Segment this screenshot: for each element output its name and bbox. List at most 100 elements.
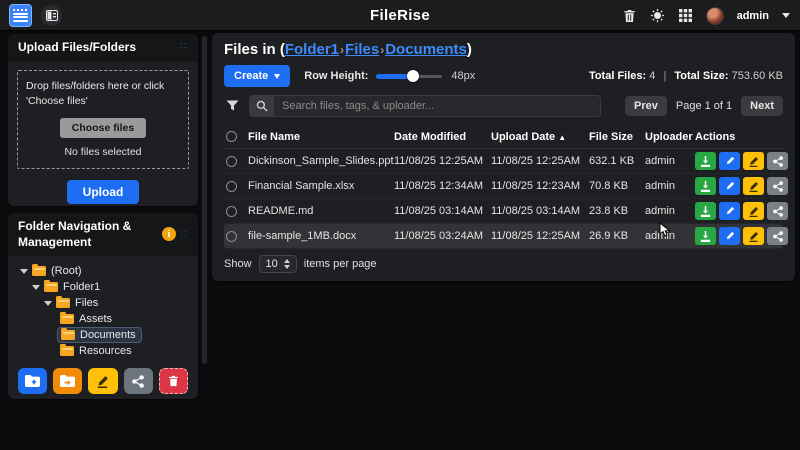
tree-item-files[interactable]: Files: [16, 295, 190, 311]
row-checkbox[interactable]: [226, 231, 237, 242]
upload-date: 11/08/25 12:25AM: [491, 155, 589, 167]
totals-summary: Total Files: 4 | Total Size: 753.60 KB: [589, 70, 783, 82]
move-folder-button[interactable]: [53, 368, 82, 394]
file-name[interactable]: Financial Sample.xlsx: [248, 180, 394, 192]
pencil-icon: [725, 231, 735, 241]
row-actions: [695, 202, 788, 220]
apps-grid-icon[interactable]: [678, 8, 693, 23]
theme-sun-icon[interactable]: [650, 8, 665, 23]
folder-icon: [60, 314, 74, 324]
file-name[interactable]: file-sample_1MB.docx: [248, 230, 394, 242]
tree-item-documents[interactable]: Documents: [16, 327, 190, 343]
rename-button[interactable]: [743, 152, 764, 170]
choose-files-button[interactable]: Choose files: [60, 118, 146, 138]
upload-button[interactable]: Upload: [67, 180, 140, 204]
drag-handle-icon[interactable]: ::: [180, 40, 188, 52]
per-page-select[interactable]: 10: [259, 255, 297, 273]
tree-item-root[interactable]: (Root): [16, 263, 190, 279]
folder-tree: (Root) Folder1 Files Assets Documents: [8, 256, 198, 359]
filter-button[interactable]: [224, 98, 240, 114]
col-file-name[interactable]: File Name: [248, 131, 394, 143]
breadcrumb-files[interactable]: Files: [345, 41, 379, 58]
download-button[interactable]: [695, 202, 716, 220]
tree-item-folder1[interactable]: Folder1: [16, 279, 190, 295]
row-checkbox[interactable]: [226, 181, 237, 192]
share-button[interactable]: [767, 227, 788, 245]
table-row-hovered[interactable]: file-sample_1MB.docx 11/08/25 03:24AM 11…: [224, 224, 783, 249]
tree-item-label: Files: [75, 297, 98, 309]
drag-handle-icon[interactable]: ::: [180, 228, 188, 240]
rename-button[interactable]: [743, 177, 764, 195]
share-button[interactable]: [767, 202, 788, 220]
edit-button[interactable]: [719, 202, 740, 220]
file-size: 70.8 KB: [589, 180, 645, 192]
dropzone-text: Drop files/folders here or click 'Choose…: [26, 79, 180, 109]
edit-button[interactable]: [719, 227, 740, 245]
show-label: Show: [224, 258, 252, 270]
slider-thumb[interactable]: [407, 70, 419, 82]
pencil-icon: [725, 156, 735, 166]
caret-down-icon[interactable]: [32, 285, 40, 290]
tree-item-assets[interactable]: Assets: [16, 311, 190, 327]
col-file-size[interactable]: File Size: [589, 131, 645, 143]
tree-item-resources[interactable]: Resources: [16, 343, 190, 359]
file-dropzone[interactable]: Drop files/folders here or click 'Choose…: [17, 70, 189, 169]
upload-date: 11/08/25 03:14AM: [491, 205, 589, 217]
pencil-icon: [96, 375, 109, 388]
rename-button[interactable]: [743, 227, 764, 245]
row-actions: [695, 152, 788, 170]
edit-button[interactable]: [719, 152, 740, 170]
prev-page-button[interactable]: Prev: [625, 96, 667, 116]
share-icon: [773, 206, 783, 217]
create-folder-button[interactable]: [18, 368, 47, 394]
total-files-label: Total Files:: [589, 70, 646, 82]
row-height-label: Row Height:: [304, 70, 368, 82]
table-row[interactable]: README.md 11/08/25 03:14AM 11/08/25 03:1…: [224, 199, 783, 224]
col-date-modified[interactable]: Date Modified: [394, 131, 491, 143]
date-modified: 11/08/25 12:25AM: [394, 155, 491, 167]
table-row[interactable]: Dickinson_Sample_Slides.pptx 11/08/25 12…: [224, 149, 783, 174]
select-all-checkbox[interactable]: [226, 131, 237, 142]
vertical-scrollbar[interactable]: [202, 36, 207, 364]
file-name[interactable]: Dickinson_Sample_Slides.pptx: [248, 155, 394, 167]
page-info: Page 1 of 1: [676, 100, 732, 112]
caret-down-icon[interactable]: [44, 301, 52, 306]
delete-folder-button[interactable]: [159, 368, 188, 394]
breadcrumb: Files in (Folder1›Files›Documents): [224, 41, 783, 58]
breadcrumb-folder1[interactable]: Folder1: [285, 41, 339, 58]
row-checkbox[interactable]: [226, 156, 237, 167]
rename-folder-button[interactable]: [88, 368, 117, 394]
download-button[interactable]: [695, 227, 716, 245]
col-upload-date[interactable]: Upload Date▲: [491, 131, 589, 143]
rename-button[interactable]: [743, 202, 764, 220]
breadcrumb-documents[interactable]: Documents: [385, 41, 467, 58]
folder-icon: [32, 266, 46, 276]
trash-icon[interactable]: [622, 8, 637, 23]
row-checkbox[interactable]: [226, 206, 237, 217]
download-button[interactable]: [695, 152, 716, 170]
row-height-slider[interactable]: [376, 70, 442, 82]
caret-down-icon[interactable]: [20, 269, 28, 274]
file-table: File Name Date Modified Upload Date▲ Fil…: [224, 125, 783, 249]
share-folder-button[interactable]: [124, 368, 153, 394]
col-actions: Actions: [695, 131, 781, 143]
info-icon[interactable]: i: [162, 227, 176, 241]
search-input[interactable]: [274, 96, 600, 116]
folder-panel-header: Folder Navigation & Management i ::: [8, 213, 198, 256]
file-size: 26.9 KB: [589, 230, 645, 242]
table-row[interactable]: Financial Sample.xlsx 11/08/25 12:34AM 1…: [224, 174, 783, 199]
file-size: 23.8 KB: [589, 205, 645, 217]
heading-prefix: Files in (: [224, 41, 285, 58]
folder-icon: [61, 330, 75, 340]
next-page-button[interactable]: Next: [741, 96, 783, 116]
share-button[interactable]: [767, 152, 788, 170]
user-avatar[interactable]: [706, 7, 724, 25]
share-button[interactable]: [767, 177, 788, 195]
download-button[interactable]: [695, 177, 716, 195]
col-uploader[interactable]: Uploader: [645, 131, 695, 143]
edit-button[interactable]: [719, 177, 740, 195]
file-name[interactable]: README.md: [248, 205, 394, 217]
items-per-page-label: items per page: [304, 258, 377, 270]
user-menu-caret-icon[interactable]: [782, 13, 790, 18]
create-button[interactable]: Create: [224, 65, 290, 87]
